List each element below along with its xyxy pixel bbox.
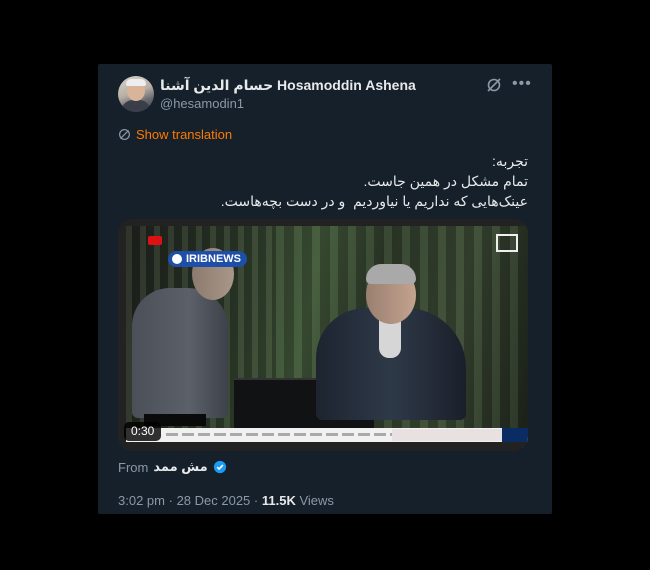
tweet-text: تجربه: تمام مشکل در همین جاست. عینک‌هایی… <box>220 153 528 209</box>
views-label: Views <box>299 493 334 508</box>
source-label: From <box>118 459 149 475</box>
more-icon[interactable]: ••• <box>512 75 532 93</box>
translate-icon <box>119 129 130 140</box>
news-ticker <box>126 428 528 442</box>
verified-icon <box>213 460 226 474</box>
tweet-date[interactable]: 28 Dec 2025 <box>177 493 251 508</box>
channel-logo-icon <box>496 234 518 264</box>
tweet-card: حسام الدین آشنا Hosamoddin Ashena @hesam… <box>98 64 552 514</box>
views-count: 11.5K <box>261 493 296 508</box>
live-badge <box>148 236 162 245</box>
video-player[interactable]: IRIBNEWS 0:30 <box>118 219 528 451</box>
source-name[interactable]: مش ممد <box>153 459 207 475</box>
video-frame: IRIBNEWS <box>126 226 528 428</box>
author-display-name[interactable]: حسام الدین آشنا Hosamoddin Ashena <box>160 76 416 94</box>
source-attribution[interactable]: From مش ممد <box>118 459 227 475</box>
show-translation-label: Show translation <box>136 127 233 142</box>
tweet-meta: 3:02 pm · 28 Dec 2025 · 11.5K Views <box>118 493 334 508</box>
grok-icon[interactable] <box>486 77 502 93</box>
channel-brand-overlay: IRIBNEWS <box>168 251 247 267</box>
author-handle[interactable]: @hesamodin1 <box>160 95 416 113</box>
show-translation-link[interactable]: Show translation <box>118 127 232 142</box>
author-block: حسام الدین آشنا Hosamoddin Ashena @hesam… <box>160 76 416 113</box>
tweet-time[interactable]: 3:02 pm <box>118 493 165 508</box>
video-duration: 0:30 <box>124 422 162 441</box>
avatar[interactable] <box>118 76 154 112</box>
